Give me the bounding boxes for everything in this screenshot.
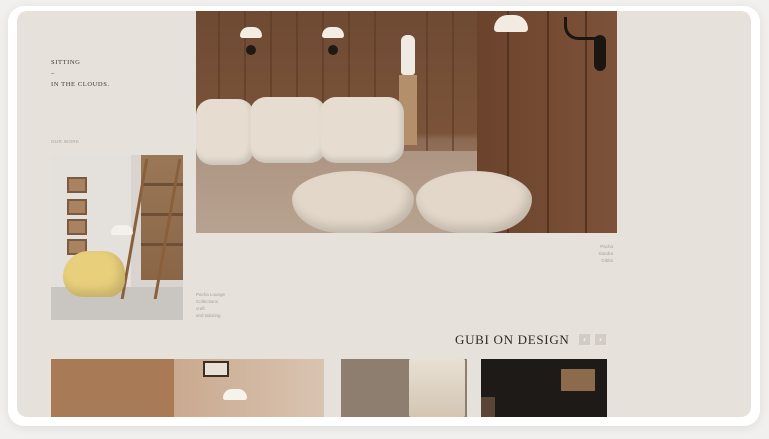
studio-image-yellow-chair[interactable] bbox=[51, 155, 183, 320]
heading-line-2: – bbox=[51, 70, 55, 77]
framed-picture bbox=[203, 361, 229, 377]
stone-column bbox=[409, 359, 465, 417]
heading-line-3: IN THE CLOUDS. bbox=[51, 81, 110, 88]
heading-line-1: SITTING bbox=[51, 59, 81, 66]
yellow-lounge-chair bbox=[63, 251, 125, 297]
design-thumbnail-2[interactable] bbox=[341, 359, 467, 417]
sofa-module bbox=[320, 97, 404, 163]
wall-lamp-icon bbox=[240, 27, 262, 38]
floor-lamp-icon bbox=[111, 225, 133, 235]
page: SITTING – IN THE CLOUDS. OUR WORK Pacha … bbox=[17, 11, 751, 417]
sconce-lamp-icon bbox=[494, 15, 528, 32]
design-thumbnail-1[interactable] bbox=[51, 359, 324, 417]
hero-heading: SITTING – IN THE CLOUDS. bbox=[51, 57, 110, 90]
prev-arrow-button[interactable]: ‹ bbox=[579, 334, 590, 345]
hero-image-living-room[interactable] bbox=[196, 11, 617, 233]
pouf bbox=[416, 171, 532, 233]
lamp-icon bbox=[223, 389, 247, 400]
studio-caption: Pacha Lounge Collections craft and tailo… bbox=[196, 292, 226, 318]
sofa-module bbox=[196, 99, 254, 165]
section-label[interactable]: OUR WORK bbox=[51, 139, 79, 144]
hero-caption: Pacha Sandra Gibbs bbox=[598, 244, 613, 263]
wall-lamp-icon bbox=[322, 27, 344, 38]
pouf bbox=[292, 171, 414, 233]
wooden-box bbox=[561, 369, 595, 391]
sofa-module bbox=[250, 97, 326, 163]
sculpture bbox=[401, 35, 415, 75]
design-thumbnail-3[interactable] bbox=[481, 359, 607, 417]
section-title: GUBI ON DESIGN bbox=[455, 332, 570, 347]
next-arrow-button[interactable]: › bbox=[595, 334, 606, 345]
